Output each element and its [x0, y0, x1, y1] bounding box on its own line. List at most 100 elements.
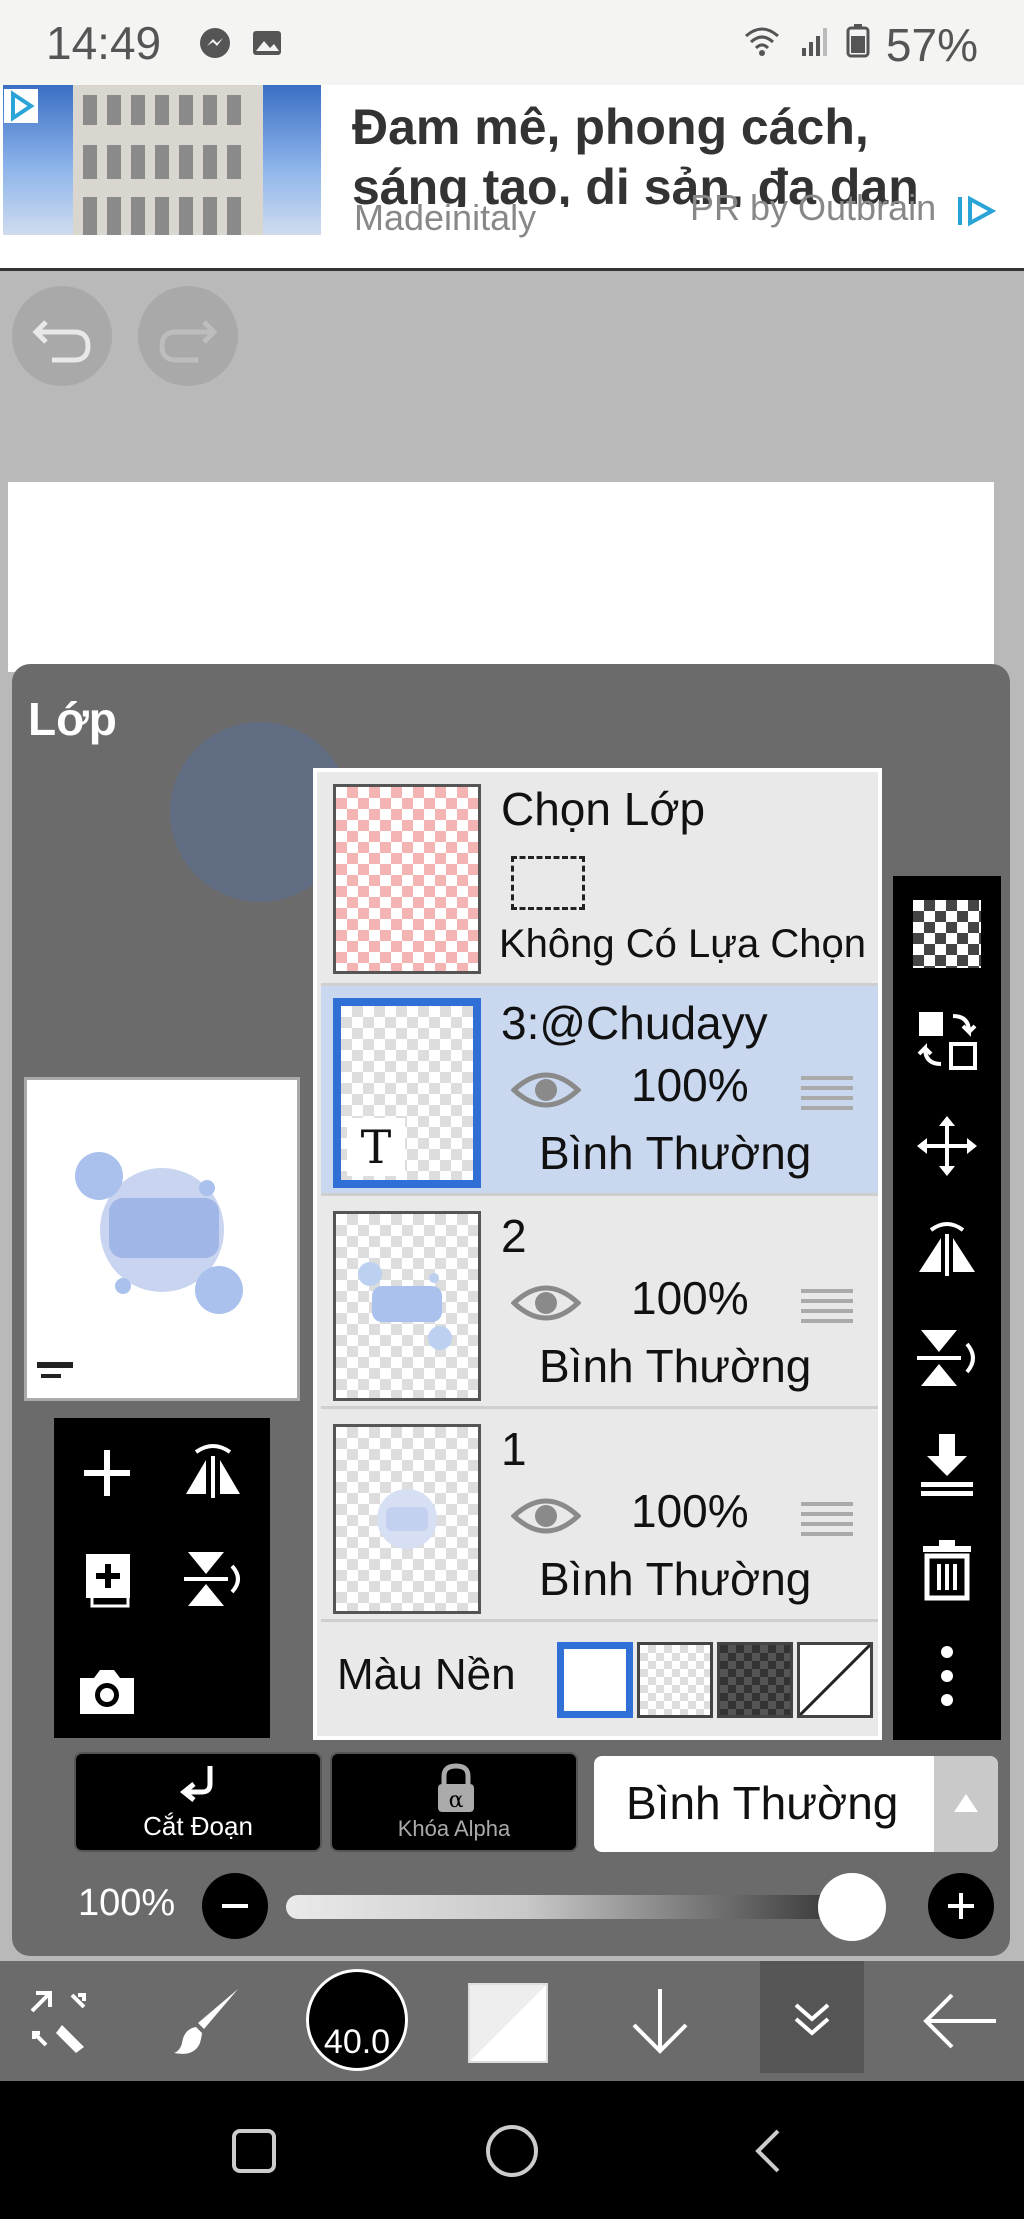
move-icon[interactable] [913, 1112, 981, 1180]
layer-thumbnail [333, 1424, 481, 1614]
signal-icon [802, 28, 827, 56]
undo-button[interactable] [12, 286, 112, 386]
layer-name: 1 [501, 1423, 527, 1475]
clipping-arrow-icon [179, 1766, 213, 1802]
visibility-eye-icon[interactable] [511, 1068, 581, 1112]
opacity-increase-button[interactable] [928, 1873, 994, 1939]
none-slash-icon [798, 1643, 872, 1717]
flip-layer-icon[interactable] [178, 1438, 248, 1508]
flip-horizontal-icon[interactable] [913, 1218, 981, 1286]
redo-button[interactable] [138, 286, 238, 386]
layer-blend-mode: Bình Thường [539, 1127, 812, 1179]
opacity-label: 100% [78, 1882, 176, 1924]
flip-vertical-icon[interactable] [913, 1324, 981, 1392]
move-layer-content-icon[interactable] [913, 1006, 981, 1074]
layer-row[interactable]: 2 100% Bình Thường [321, 1199, 878, 1409]
minus-icon [222, 1904, 248, 1908]
add-layer-icon[interactable] [72, 1438, 142, 1508]
status-time: 14:49 [46, 17, 162, 69]
recent-apps-icon[interactable] [230, 2127, 278, 2175]
svg-text:α: α [449, 1788, 464, 1813]
alpha-lock-button[interactable]: α Khóa Alpha [330, 1752, 578, 1852]
visibility-eye-icon[interactable] [511, 1281, 581, 1325]
camera-button[interactable] [54, 1642, 162, 1738]
down-arrow-icon[interactable] [620, 1981, 700, 2061]
redo-icon [159, 320, 218, 363]
selection-title: Chọn Lớp [501, 783, 706, 835]
selection-status: Không Có Lựa Chọn [499, 922, 867, 966]
drag-handle-icon[interactable] [801, 1074, 853, 1110]
layer-opacity: 100% [631, 1272, 749, 1324]
layer-actions-panel [54, 1418, 270, 1738]
layer-name: 3:@Chudayy [501, 997, 768, 1049]
back-arrow-icon[interactable] [920, 1981, 1000, 2061]
wifi-icon [745, 27, 779, 56]
layer-opacity: 100% [631, 1485, 749, 1537]
blend-mode-value: Bình Thường [626, 1777, 899, 1829]
color-picker-swatch[interactable] [468, 1983, 548, 2063]
undo-icon [32, 320, 91, 363]
visibility-eye-icon[interactable] [511, 1494, 581, 1538]
layer-list: Chọn Lớp Không Có Lựa Chọn T 3:@Chudayy … [313, 768, 882, 1740]
transparency-icon[interactable] [913, 900, 981, 968]
brush-size-value: 40.0 [323, 2023, 391, 2061]
gallery-icon [253, 31, 281, 55]
home-icon[interactable] [484, 2123, 540, 2179]
ad-banner[interactable]: Đam mê, phong cách, sáng tạo, di sản, đa… [0, 85, 1024, 271]
drag-handle-icon[interactable] [801, 1287, 853, 1323]
bg-swatch-white[interactable] [557, 1642, 633, 1718]
bg-swatch-transparent[interactable] [637, 1642, 713, 1718]
text-layer-badge: T [347, 1118, 405, 1176]
layer-blend-mode: Bình Thường [539, 1340, 812, 1392]
battery-icon [846, 24, 870, 58]
duplicate-layer-icon[interactable] [72, 1544, 142, 1614]
layer-row[interactable]: 1 100% Bình Thường [321, 1412, 878, 1622]
canvas-preview[interactable] [24, 1077, 300, 1401]
selection-marquee-icon [511, 856, 585, 910]
ad-pr-label[interactable]: PR by Outbrain [690, 187, 936, 229]
bg-swatch-dark[interactable] [717, 1642, 793, 1718]
layer-row[interactable]: T 3:@Chudayy 100% Bình Thường [321, 986, 878, 1196]
transform-tool-icon[interactable] [22, 1981, 102, 2061]
panel-title: Lớp [28, 693, 117, 745]
flip-vertical-layer-icon[interactable] [178, 1544, 248, 1614]
bg-swatch-none[interactable] [797, 1642, 873, 1718]
opacity-decrease-button[interactable] [202, 1873, 268, 1939]
blend-mode-select[interactable]: Bình Thường [594, 1756, 998, 1852]
lock-icon: α [438, 1763, 474, 1813]
ad-source[interactable]: Madeinitaly [354, 197, 536, 239]
layer-blend-mode: Bình Thường [539, 1553, 812, 1605]
collapse-panel-button[interactable] [760, 1961, 864, 2073]
clipping-button[interactable]: Cắt Đoạn [74, 1752, 322, 1852]
system-navigation-bar [0, 2081, 1024, 2219]
drag-handle-icon[interactable] [801, 1500, 853, 1536]
brush-tool-icon[interactable] [168, 1981, 248, 2061]
background-label: Màu Nền [337, 1650, 516, 1699]
more-options-icon[interactable] [913, 1642, 981, 1710]
messenger-icon [200, 28, 230, 58]
merge-down-icon[interactable] [913, 1430, 981, 1498]
clipping-label: Cắt Đoạn [143, 1811, 253, 1841]
ad-image[interactable] [3, 85, 321, 235]
opacity-slider[interactable] [286, 1895, 886, 1919]
delete-icon[interactable] [913, 1536, 981, 1604]
tower-image [73, 85, 263, 235]
layer-opacity: 100% [631, 1059, 749, 1111]
blend-mode-arrow[interactable] [934, 1756, 998, 1852]
adchoices-icon[interactable] [4, 89, 38, 123]
layer-2-art [358, 1262, 452, 1350]
battery-percent: 57% [885, 19, 978, 71]
layer-name: 2 [501, 1210, 527, 1262]
triangle-up-icon [954, 1794, 978, 1812]
plus-icon [948, 1893, 974, 1919]
back-nav-icon[interactable] [748, 2127, 788, 2175]
outbrain-icon[interactable] [956, 191, 996, 231]
background-color-row: Màu Nền [321, 1620, 878, 1740]
layer-thumbnail [333, 1211, 481, 1401]
camera-icon [80, 1670, 134, 1714]
preview-art [37, 1152, 243, 1378]
selection-layer-row[interactable]: Chọn Lớp Không Có Lựa Chọn [321, 772, 878, 986]
drawing-canvas[interactable] [8, 482, 994, 672]
opacity-slider-knob[interactable] [818, 1873, 886, 1941]
brush-size-indicator[interactable]: 40.0 [306, 1969, 408, 2071]
